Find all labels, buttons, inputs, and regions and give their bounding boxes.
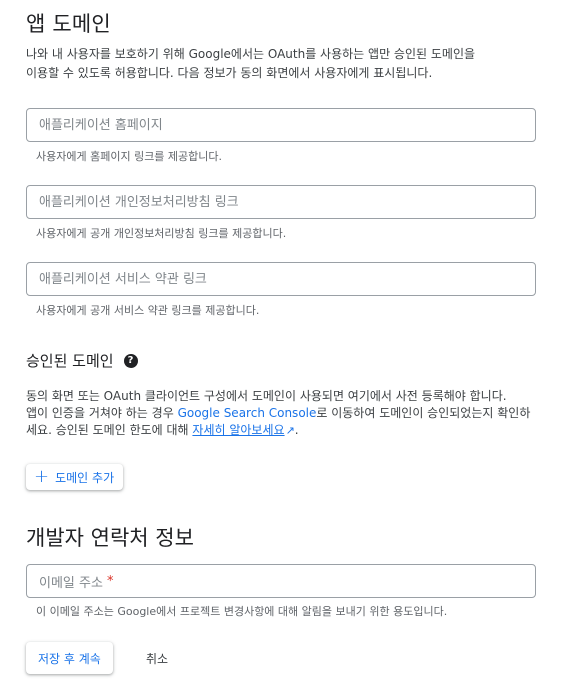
help-circle-icon[interactable]: ? (123, 353, 138, 368)
learn-more-link[interactable]: 자세히 알아보세요 (192, 423, 284, 437)
desc-line-3: 세요. 승인된 도메인 한도에 대해 자세히 알아보세요↗. (26, 422, 546, 439)
authorized-domains-description: 동의 화면 또는 OAuth 클라이언트 구성에서 도메인이 사용되면 여기에서… (26, 388, 546, 439)
desc-line-2-pre: 앱이 인증을 거쳐야 하는 경우 (26, 406, 178, 420)
terms-of-service-field[interactable] (26, 262, 536, 296)
authorized-domains-heading: 승인된 도메인 ? (26, 350, 138, 371)
app-domain-intro: 나와 내 사용자를 보호하기 위해 Google에서는 OAuth를 사용하는 … (26, 45, 546, 83)
external-link-icon: ↗ (285, 424, 295, 437)
desc-line-3-pre: 세요. 승인된 도메인 한도에 대해 (26, 423, 193, 437)
desc-line-2-post: 로 이동하여 도메인이 승인되었는지 확인하 (316, 406, 531, 420)
terms-of-service-hint: 사용자에게 공개 서비스 약관 링크를 제공합니다. (36, 304, 260, 317)
intro-line-2: 이용할 수 있도록 허용합니다. 다음 정보가 동의 화면에서 사용자에게 표시… (26, 66, 433, 80)
homepage-field[interactable] (26, 108, 536, 142)
add-domain-button[interactable]: + 도메인 추가 (26, 464, 124, 490)
developer-email-hint: 이 이메일 주소는 Google에서 프로젝트 변경사항에 대해 알림을 보내기… (36, 605, 448, 618)
desc-line-2: 앱이 인증을 거쳐야 하는 경우 Google Search Console로 … (26, 405, 546, 422)
app-domain-title: 앱 도메인 (26, 12, 111, 36)
authorized-domains-title: 승인된 도메인 (26, 352, 114, 370)
desc-line-3-post: . (294, 423, 299, 437)
privacy-policy-field[interactable] (26, 185, 536, 219)
search-console-link[interactable]: Google Search Console (178, 406, 317, 420)
required-mark: * (106, 573, 114, 589)
email-placeholder: 이메일 주소 (39, 575, 103, 591)
privacy-policy-input[interactable] (39, 194, 523, 210)
developer-email-field[interactable]: 이메일 주소 * (26, 564, 536, 598)
plus-icon: + (34, 466, 50, 487)
terms-of-service-input[interactable] (39, 271, 523, 287)
cancel-button[interactable]: 취소 (146, 650, 168, 667)
intro-line-1: 나와 내 사용자를 보호하기 위해 Google에서는 OAuth를 사용하는 … (26, 47, 476, 61)
homepage-hint: 사용자에게 홈페이지 링크를 제공합니다. (36, 150, 223, 163)
desc-line-1: 동의 화면 또는 OAuth 클라이언트 구성에서 도메인이 사용되면 여기에서… (26, 389, 507, 403)
add-domain-label: 도메인 추가 (55, 470, 115, 485)
save-and-continue-button[interactable]: 저장 후 계속 (26, 642, 113, 674)
developer-contact-title: 개발자 연락처 정보 (26, 526, 194, 550)
privacy-policy-hint: 사용자에게 공개 개인정보처리방침 링크를 제공합니다. (36, 227, 287, 240)
homepage-input[interactable] (39, 117, 523, 133)
